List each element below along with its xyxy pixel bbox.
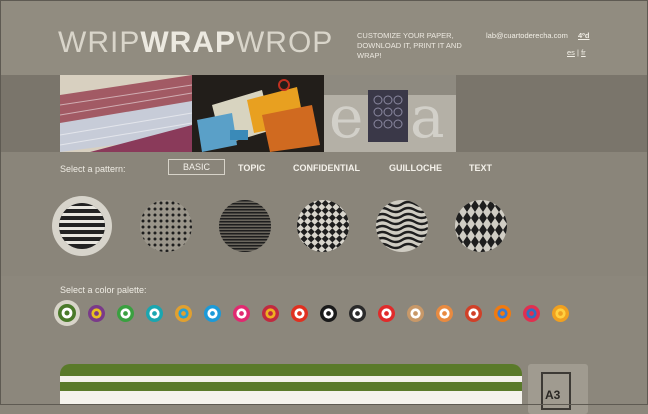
window-frame [0,0,648,405]
